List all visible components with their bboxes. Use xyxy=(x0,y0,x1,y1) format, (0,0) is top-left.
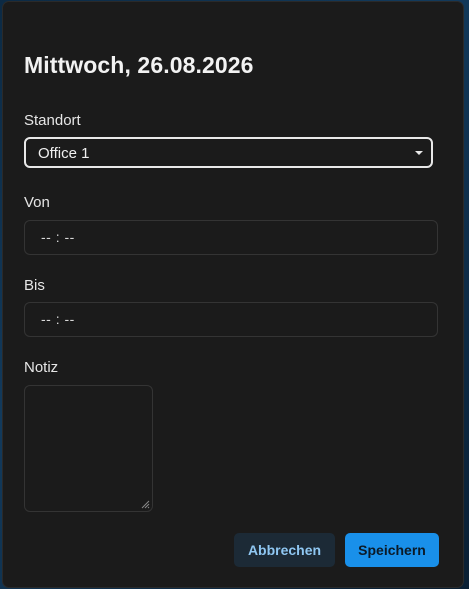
cancel-button[interactable]: Abbrechen xyxy=(234,533,335,567)
caret-down-icon xyxy=(415,151,423,155)
to-label: Bis xyxy=(24,277,45,294)
from-label: Von xyxy=(24,194,50,211)
resize-grip-icon[interactable] xyxy=(140,499,150,509)
location-select-value: Office 1 xyxy=(38,145,90,162)
note-label: Notiz xyxy=(24,359,59,376)
location-label: Standort xyxy=(24,112,81,129)
from-time-value: -- : -- xyxy=(41,229,75,245)
save-button[interactable]: Speichern xyxy=(345,533,439,567)
from-time-input[interactable]: -- : -- xyxy=(24,220,438,255)
note-textarea[interactable] xyxy=(24,385,153,512)
appointment-dialog: Mittwoch, 26.08.2026 Standort Office 1 V… xyxy=(3,2,463,587)
to-time-value: -- : -- xyxy=(41,311,75,327)
dialog-title: Mittwoch, 26.08.2026 xyxy=(24,52,254,78)
location-select[interactable]: Office 1 xyxy=(24,137,433,168)
to-time-input[interactable]: -- : -- xyxy=(24,302,438,337)
